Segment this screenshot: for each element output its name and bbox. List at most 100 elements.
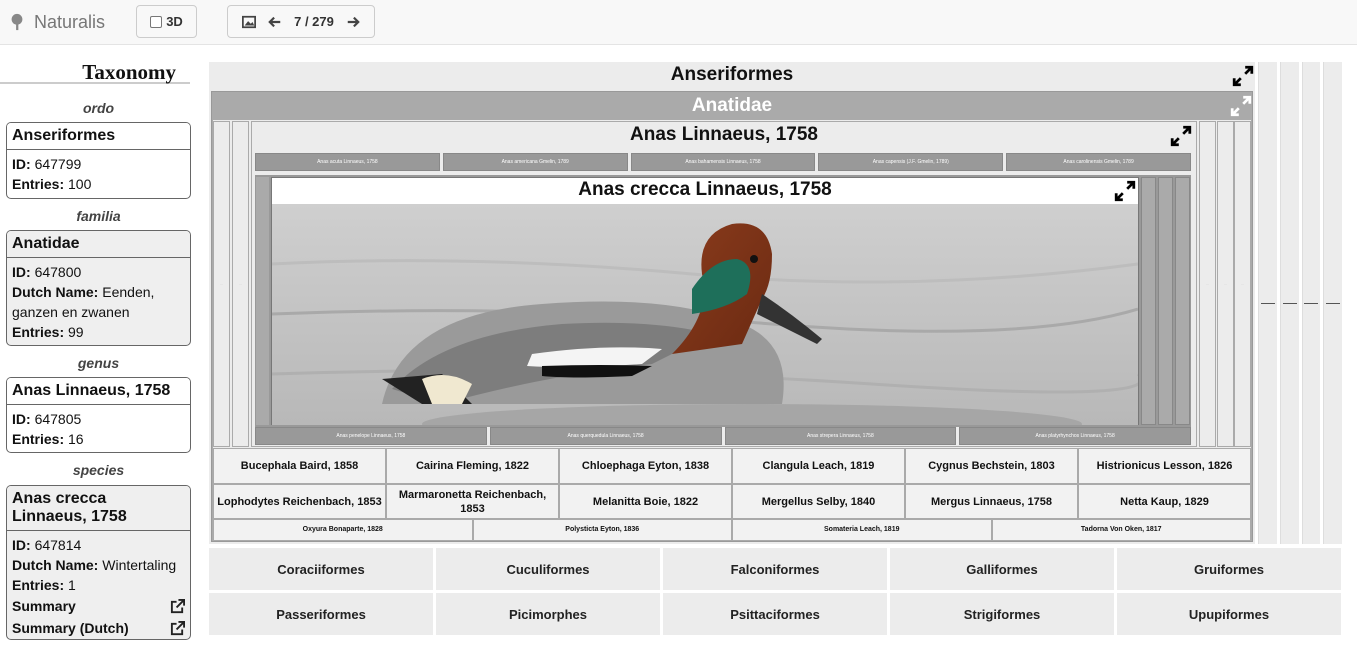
familia-strip[interactable]: [1323, 62, 1342, 544]
genus-strip[interactable]: ···: [232, 121, 249, 447]
expand-icon[interactable]: [1114, 180, 1136, 202]
species-tile[interactable]: Anas acuta Linnaeus, 1758: [255, 153, 440, 171]
summary-link[interactable]: Summary: [12, 595, 185, 617]
genus-tile[interactable]: Cairina Fleming, 1822: [386, 448, 559, 484]
familia-strip[interactable]: [1301, 62, 1321, 544]
id-label: ID:: [12, 537, 31, 553]
species-tile[interactable]: Anas carolinensis Gmelin, 1789: [1006, 153, 1191, 171]
order-tile[interactable]: Coraciiformes: [209, 548, 433, 590]
external-link-icon[interactable]: [170, 620, 185, 636]
order-tile[interactable]: Passeriformes: [209, 593, 433, 635]
familia-strip[interactable]: [1279, 62, 1299, 544]
species-tile[interactable]: Anas bahamensis Linnaeus, 1758: [630, 153, 816, 171]
species-dutch-name: Wintertaling: [102, 557, 177, 573]
genus-tile[interactable]: Tadorna Von Oken, 1817: [991, 519, 1251, 541]
genus-tile[interactable]: Mergus Linnaeus, 1758: [905, 484, 1078, 519]
genera-row: Lophodytes Reichenbach, 1853 Marmaronett…: [213, 484, 1251, 519]
genus-tile[interactable]: Cygnus Bechstein, 1803: [905, 448, 1078, 484]
species-tile[interactable]: Anas strepera Linnaeus, 1758: [724, 427, 957, 445]
species-strip[interactable]: [1175, 177, 1190, 425]
id-label: ID:: [12, 264, 31, 280]
id-label: ID:: [12, 156, 31, 172]
species-tile[interactable]: Anas americana Gmelin, 1789: [442, 153, 628, 171]
expand-icon[interactable]: [1232, 65, 1254, 87]
species-card: Anas crecca Linnaeus, 1758 ID: 647814 Du…: [6, 485, 191, 640]
order-tile[interactable]: Psittaciformes: [663, 593, 887, 635]
summary-dutch-label: Summary (Dutch): [12, 620, 129, 636]
familia-title: Anatidae: [691, 95, 773, 116]
species-id: 647814: [34, 537, 82, 553]
genus-name: Anas Linnaeus, 1758: [7, 378, 190, 405]
order-tile[interactable]: Gruiformes: [1117, 548, 1341, 590]
genus-tile[interactable]: Lophodytes Reichenbach, 1853: [213, 484, 386, 519]
familia-panel[interactable]: Anatidae ··· ··· Anas Linnaeus, 1758 Ana…: [211, 91, 1253, 542]
brand-label: Naturalis: [34, 11, 106, 32]
genus-strip[interactable]: ···: [1217, 121, 1234, 447]
genus-tile[interactable]: Marmaronetta Reichenbach, 1853: [386, 484, 559, 519]
3d-checkbox[interactable]: [150, 15, 163, 28]
order-tile[interactable]: Falconiformes: [663, 548, 887, 590]
entries-label: Entries:: [12, 324, 65, 340]
genus-strip[interactable]: ···: [213, 121, 230, 447]
genera-row: Bucephala Baird, 1858 Cairina Fleming, 1…: [213, 448, 1251, 484]
ordo-title: Anseriformes: [670, 64, 794, 85]
genus-strip[interactable]: ···: [1234, 121, 1251, 447]
order-tile[interactable]: Strigiformes: [890, 593, 1114, 635]
species-tile[interactable]: Anas querquedula Linnaeus, 1758: [489, 427, 722, 445]
genus-tile[interactable]: Melanitta Boie, 1822: [559, 484, 732, 519]
3d-label: 3D: [166, 14, 183, 29]
id-label: ID:: [12, 411, 31, 427]
species-strip[interactable]: [1141, 177, 1156, 425]
image-icon[interactable]: [242, 15, 257, 29]
genus-tile[interactable]: Polysticta Eyton, 1836: [472, 519, 732, 541]
genus-tile[interactable]: Netta Kaup, 1829: [1078, 484, 1251, 519]
species-tile[interactable]: Anas platyrhynchos Linnaeus, 1758: [959, 427, 1191, 445]
genus-title: Anas Linnaeus, 1758: [630, 124, 818, 145]
tree-icon: [11, 13, 23, 31]
summary-dutch-link[interactable]: Summary (Dutch): [12, 617, 185, 639]
genus-tile[interactable]: Histrionicus Lesson, 1826: [1078, 448, 1251, 484]
expand-icon[interactable]: [1230, 95, 1252, 117]
teal-duck-image: [272, 204, 1138, 425]
arrow-left-icon[interactable]: [268, 15, 282, 29]
summary-label: Summary: [12, 598, 76, 614]
arrow-right-icon[interactable]: [346, 15, 360, 29]
toggle-3d-button[interactable]: 3D: [136, 5, 197, 38]
ordo-entries: 100: [68, 176, 92, 192]
species-strip[interactable]: [1158, 177, 1173, 425]
rank-label-ordo: ordo: [82, 100, 115, 116]
familia-strip[interactable]: [1258, 62, 1277, 544]
pager-counter: 7 / 279: [294, 14, 334, 29]
species-tile[interactable]: Anas capensis (J.F. Gmelin, 1789): [818, 153, 1004, 171]
ordo-id: 647799: [34, 156, 82, 172]
order-tile[interactable]: Picimorphes: [436, 593, 660, 635]
genus-id: 647805: [34, 411, 82, 427]
genus-panel[interactable]: Anas Linnaeus, 1758 Anas acuta Linnaeus,…: [251, 121, 1197, 447]
species-name: Anas crecca Linnaeus, 1758: [7, 486, 190, 531]
brand-link[interactable]: Naturalis: [8, 10, 105, 34]
species-photo[interactable]: [272, 204, 1138, 425]
dutch-name-label: Dutch Name:: [12, 284, 99, 300]
species-strip[interactable]: [256, 177, 269, 425]
order-tile[interactable]: Galliformes: [890, 548, 1114, 590]
order-tile[interactable]: Upupiformes: [1117, 593, 1341, 635]
external-link-icon[interactable]: [170, 598, 185, 614]
genus-tile[interactable]: Somateria Leach, 1819: [732, 519, 992, 541]
species-tile[interactable]: Anas penelope Linnaeus, 1758: [255, 427, 487, 445]
genus-tile[interactable]: Mergellus Selby, 1840: [732, 484, 905, 519]
familia-id: 647800: [34, 264, 82, 280]
ordo-card: Anseriformes ID: 647799 Entries: 100: [6, 122, 191, 199]
genus-tile[interactable]: Oxyura Bonaparte, 1828: [213, 519, 473, 541]
species-panel[interactable]: Anas crecca Linnaeus, 1758: [271, 177, 1139, 425]
rank-label-species: species: [72, 462, 125, 478]
genus-tile[interactable]: Bucephala Baird, 1858: [213, 448, 386, 484]
genus-strip[interactable]: ···: [1199, 121, 1216, 447]
genus-tile[interactable]: Chloephaga Eyton, 1838: [559, 448, 732, 484]
expand-icon[interactable]: [1170, 125, 1192, 147]
taxonomy-title: Taxonomy: [0, 60, 190, 84]
species-area: Anas crecca Linnaeus, 1758: [255, 175, 1191, 427]
order-tile[interactable]: Cuculiformes: [436, 548, 660, 590]
ordo-panel[interactable]: Anseriformes Anatidae ··· ··· Anas Linna…: [209, 62, 1255, 544]
genus-tile[interactable]: Clangula Leach, 1819: [732, 448, 905, 484]
entries-label: Entries:: [12, 176, 65, 192]
